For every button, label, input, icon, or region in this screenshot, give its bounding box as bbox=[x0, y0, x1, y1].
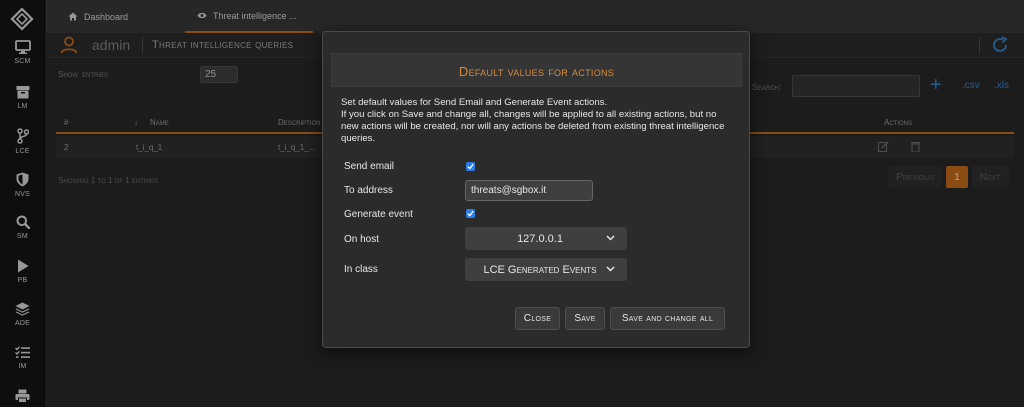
send-email-checkbox[interactable] bbox=[466, 162, 475, 171]
on-host-label: On host bbox=[344, 234, 380, 245]
on-host-select[interactable]: 127.0.0.1 bbox=[465, 227, 627, 250]
save-and-change-all-button[interactable]: Save and change all bbox=[610, 307, 725, 330]
in-class-select[interactable]: LCE Generated Events bbox=[465, 258, 627, 281]
generate-event-label: Generate event bbox=[344, 209, 413, 220]
close-button[interactable]: Close bbox=[515, 307, 560, 330]
dialog-header: Default values for actions bbox=[331, 53, 742, 87]
checkmark-icon bbox=[467, 210, 474, 217]
in-class-value: LCE Generated Events bbox=[483, 264, 597, 276]
in-class-label: In class bbox=[344, 264, 378, 275]
checkmark-icon bbox=[467, 163, 474, 170]
dialog-title: Default values for actions bbox=[458, 64, 615, 79]
chevron-down-icon bbox=[606, 235, 615, 241]
generate-event-checkbox[interactable] bbox=[466, 209, 475, 218]
save-button[interactable]: Save bbox=[565, 307, 605, 330]
description-line: Set default values for Send Email and Ge… bbox=[341, 97, 608, 108]
on-host-value: 127.0.0.1 bbox=[517, 233, 563, 245]
send-email-label: Send email bbox=[344, 161, 395, 172]
app-window: SCM LM LCE NVS SM PB ADE IM Dashboard Th… bbox=[0, 0, 1024, 407]
description-line: If you click on Save and change all, cha… bbox=[341, 109, 725, 144]
default-values-dialog: Default values for actions Set default v… bbox=[322, 31, 750, 348]
dialog-description: Set default values for Send Email and Ge… bbox=[341, 97, 736, 145]
to-address-label: To address bbox=[344, 185, 393, 196]
to-address-input[interactable]: threats@sgbox.it bbox=[465, 180, 593, 201]
chevron-down-icon bbox=[606, 266, 615, 272]
